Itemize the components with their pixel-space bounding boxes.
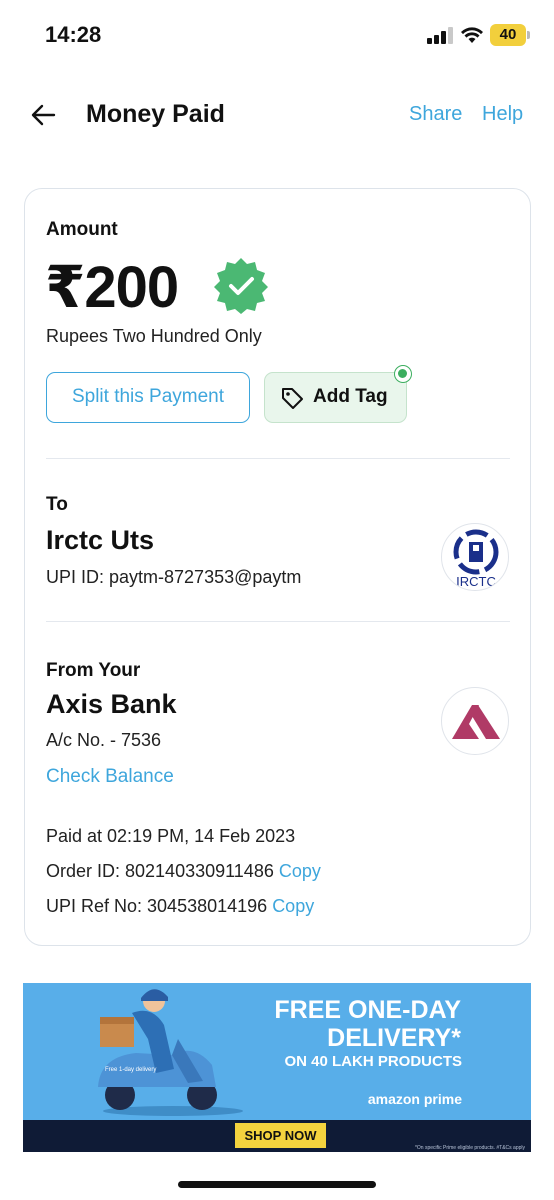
battery-indicator: 40 — [490, 24, 530, 46]
irctc-logo: IRCTC — [441, 523, 509, 591]
payee-upi-id: UPI ID: paytm-8727353@paytm — [46, 567, 302, 587]
payment-card: Amount ₹200 Rupees Two Hundred Only Spli… — [24, 188, 531, 946]
add-tag-label: Add Tag — [313, 386, 388, 407]
amazon-prime-logo: amazon prime — [367, 1091, 462, 1107]
ad-headline-2: DELIVERY* — [327, 1024, 461, 1052]
amount-value: ₹200 — [45, 255, 179, 320]
order-id-text: Order ID: 802140330911486 — [46, 861, 274, 881]
help-link[interactable]: Help — [482, 103, 523, 126]
divider — [46, 458, 510, 459]
page-title: Money Paid — [86, 100, 225, 128]
back-arrow-icon[interactable] — [28, 100, 58, 130]
copy-upi-ref-button[interactable]: Copy — [272, 896, 314, 916]
verified-badge-icon — [214, 258, 268, 314]
copy-order-id-button[interactable]: Copy — [279, 861, 321, 881]
share-link[interactable]: Share — [409, 103, 462, 126]
shop-now-button[interactable]: SHOP NOW — [235, 1123, 326, 1148]
ad-badge-text: Free 1-day delivery — [105, 1067, 156, 1073]
bank-name: Axis Bank — [46, 689, 177, 719]
amount-in-words: Rupees Two Hundred Only — [46, 326, 262, 346]
check-balance-link[interactable]: Check Balance — [46, 766, 174, 788]
from-label: From Your — [46, 660, 141, 681]
add-tag-button[interactable]: Add Tag — [264, 372, 407, 423]
wifi-icon — [461, 27, 483, 43]
signal-icon — [427, 26, 455, 44]
tag-icon — [282, 388, 303, 409]
ad-subheadline: ON 40 LAKH PRODUCTS — [284, 1053, 462, 1070]
amount-label: Amount — [46, 219, 118, 240]
status-bar: 14:28 40 — [0, 0, 554, 70]
home-indicator — [178, 1181, 376, 1188]
payee-name: Irctc Uts — [46, 525, 155, 555]
delivery-scooter-illustration: Free 1-day delivery — [98, 989, 243, 1116]
status-time: 14:28 — [45, 22, 102, 47]
ad-fine-print: *On specific Prime eligible products. #T… — [414, 1145, 525, 1151]
paid-at-text: Paid at 02:19 PM, 14 Feb 2023 — [46, 826, 296, 846]
upi-ref-row: UPI Ref No: 304538014196 Copy — [46, 896, 314, 917]
order-id-row: Order ID: 802140330911486 Copy — [46, 861, 321, 882]
to-label: To — [46, 494, 68, 515]
account-number: A/c No. - 7536 — [46, 730, 162, 750]
divider — [46, 621, 510, 622]
header: Money Paid Share Help — [0, 90, 554, 140]
split-payment-button[interactable]: Split this Payment — [46, 372, 250, 423]
irctc-logo-text: IRCTC — [456, 574, 496, 589]
new-indicator-dot — [394, 365, 412, 383]
ad-headline-1: FREE ONE-DAY — [274, 996, 461, 1024]
axis-bank-logo — [441, 687, 509, 755]
amazon-prime-ad-banner[interactable]: Free 1-day delivery FREE ONE-DAY DELIVER… — [23, 983, 531, 1152]
upi-ref-text: UPI Ref No: 304538014196 — [46, 896, 268, 916]
